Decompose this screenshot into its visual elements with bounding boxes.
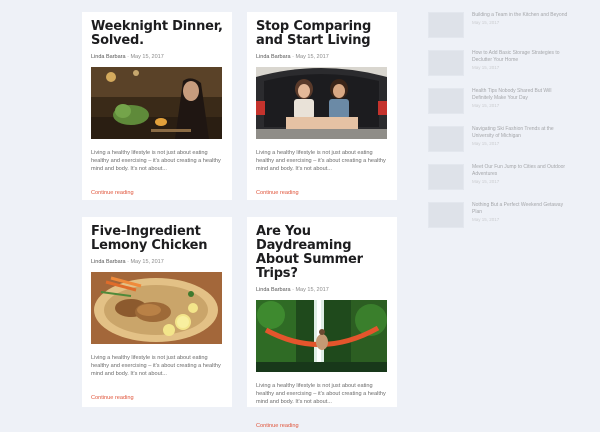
post-title[interactable]: Weeknight Dinner, Solved.: [91, 20, 223, 48]
sidebar-thumbnail: [428, 12, 464, 38]
sidebar-thumbnail: [428, 88, 464, 114]
sidebar-item-title[interactable]: Navigating Ski Fashion Trends at the Uni…: [472, 126, 568, 140]
post-card: Five-Ingredient Lemony Chicken Linda Bar…: [82, 217, 232, 407]
post-author[interactable]: Linda Barbara: [91, 54, 126, 60]
meta-separator: ·: [127, 54, 129, 60]
meta-separator: ·: [292, 287, 294, 293]
sidebar-item-title[interactable]: Nothing But a Perfect Weekend Getaway Pl…: [472, 202, 568, 216]
post-author[interactable]: Linda Barbara: [256, 287, 291, 293]
post-excerpt: Living a healthy lifestyle is not just a…: [256, 383, 386, 405]
post-date: May 15, 2017: [130, 54, 164, 60]
post-meta: Linda Barbara · May 15, 2017: [91, 259, 223, 265]
post-card: Weeknight Dinner, Solved. Linda Barbara …: [82, 12, 232, 200]
post-image-dinner[interactable]: [91, 67, 222, 139]
sidebar-item[interactable]: Navigating Ski Fashion Trends at the Uni…: [428, 126, 568, 164]
post-card: Stop Comparing and Start Living Linda Ba…: [247, 12, 397, 200]
post-meta: Linda Barbara · May 15, 2017: [256, 287, 388, 293]
continue-reading-link[interactable]: Continue reading: [91, 190, 134, 196]
post-meta: Linda Barbara · May 15, 2017: [256, 54, 388, 60]
post-excerpt: Living a healthy lifestyle is not just a…: [91, 355, 221, 377]
continue-reading-link[interactable]: Continue reading: [256, 190, 299, 196]
sidebar-item-text: Navigating Ski Fashion Trends at the Uni…: [472, 126, 568, 164]
sidebar-item-date: May 15, 2017: [472, 20, 500, 25]
sidebar-thumbnail: [428, 202, 464, 228]
sidebar-item-date: May 15, 2017: [472, 103, 500, 108]
post-image-lemony-chicken[interactable]: [91, 272, 222, 344]
sidebar-item-text: How to Add Basic Storage Strategies to D…: [472, 50, 568, 88]
sidebar-item-date: May 15, 2017: [472, 65, 500, 70]
post-image-hammock-waterfall[interactable]: [256, 300, 387, 372]
sidebar-recent-posts: Building a Team in the Kitchen and Beyon…: [428, 12, 568, 240]
sidebar-thumbnail: [428, 164, 464, 190]
sidebar-item-date: May 15, 2017: [472, 179, 500, 184]
sidebar-item-title[interactable]: Health Tips Nobody Shared But Will Defin…: [472, 88, 568, 102]
sidebar-item-date: May 15, 2017: [472, 217, 500, 222]
sidebar-item[interactable]: Building a Team in the Kitchen and Beyon…: [428, 12, 568, 50]
sidebar-thumbnail: [428, 126, 464, 152]
sidebar-item[interactable]: How to Add Basic Storage Strategies to D…: [428, 50, 568, 88]
post-author[interactable]: Linda Barbara: [91, 259, 126, 265]
sidebar-item[interactable]: Meet Our Fun Jump to Cities and Outdoor …: [428, 164, 568, 202]
post-author[interactable]: Linda Barbara: [256, 54, 291, 60]
post-title[interactable]: Stop Comparing and Start Living: [256, 20, 388, 48]
continue-reading-link[interactable]: Continue reading: [256, 423, 299, 429]
sidebar-thumbnail: [428, 50, 464, 76]
post-title[interactable]: Five-Ingredient Lemony Chicken: [91, 225, 223, 253]
sidebar-item[interactable]: Health Tips Nobody Shared But Will Defin…: [428, 88, 568, 126]
post-image-friends-car[interactable]: [256, 67, 387, 139]
continue-reading-link[interactable]: Continue reading: [91, 395, 134, 401]
post-excerpt: Living a healthy lifestyle is not just a…: [256, 150, 386, 172]
meta-separator: ·: [127, 259, 129, 265]
sidebar-item-text: Nothing But a Perfect Weekend Getaway Pl…: [472, 202, 568, 240]
sidebar-item-title[interactable]: How to Add Basic Storage Strategies to D…: [472, 50, 568, 64]
sidebar-item-title[interactable]: Building a Team in the Kitchen and Beyon…: [472, 12, 567, 19]
post-date: May 15, 2017: [295, 54, 329, 60]
post-date: May 15, 2017: [130, 259, 164, 265]
sidebar-item-title[interactable]: Meet Our Fun Jump to Cities and Outdoor …: [472, 164, 568, 178]
sidebar-item-text: Building a Team in the Kitchen and Beyon…: [472, 12, 567, 50]
sidebar-item-text: Meet Our Fun Jump to Cities and Outdoor …: [472, 164, 568, 202]
sidebar-item[interactable]: Nothing But a Perfect Weekend Getaway Pl…: [428, 202, 568, 240]
post-date: May 15, 2017: [295, 287, 329, 293]
sidebar-item-text: Health Tips Nobody Shared But Will Defin…: [472, 88, 568, 126]
post-excerpt: Living a healthy lifestyle is not just a…: [91, 150, 221, 172]
post-meta: Linda Barbara · May 15, 2017: [91, 54, 223, 60]
post-title[interactable]: Are You Daydreaming About Summer Trips?: [256, 225, 388, 281]
meta-separator: ·: [292, 54, 294, 60]
post-card: Are You Daydreaming About Summer Trips? …: [247, 217, 397, 429]
sidebar-item-date: May 15, 2017: [472, 141, 500, 146]
